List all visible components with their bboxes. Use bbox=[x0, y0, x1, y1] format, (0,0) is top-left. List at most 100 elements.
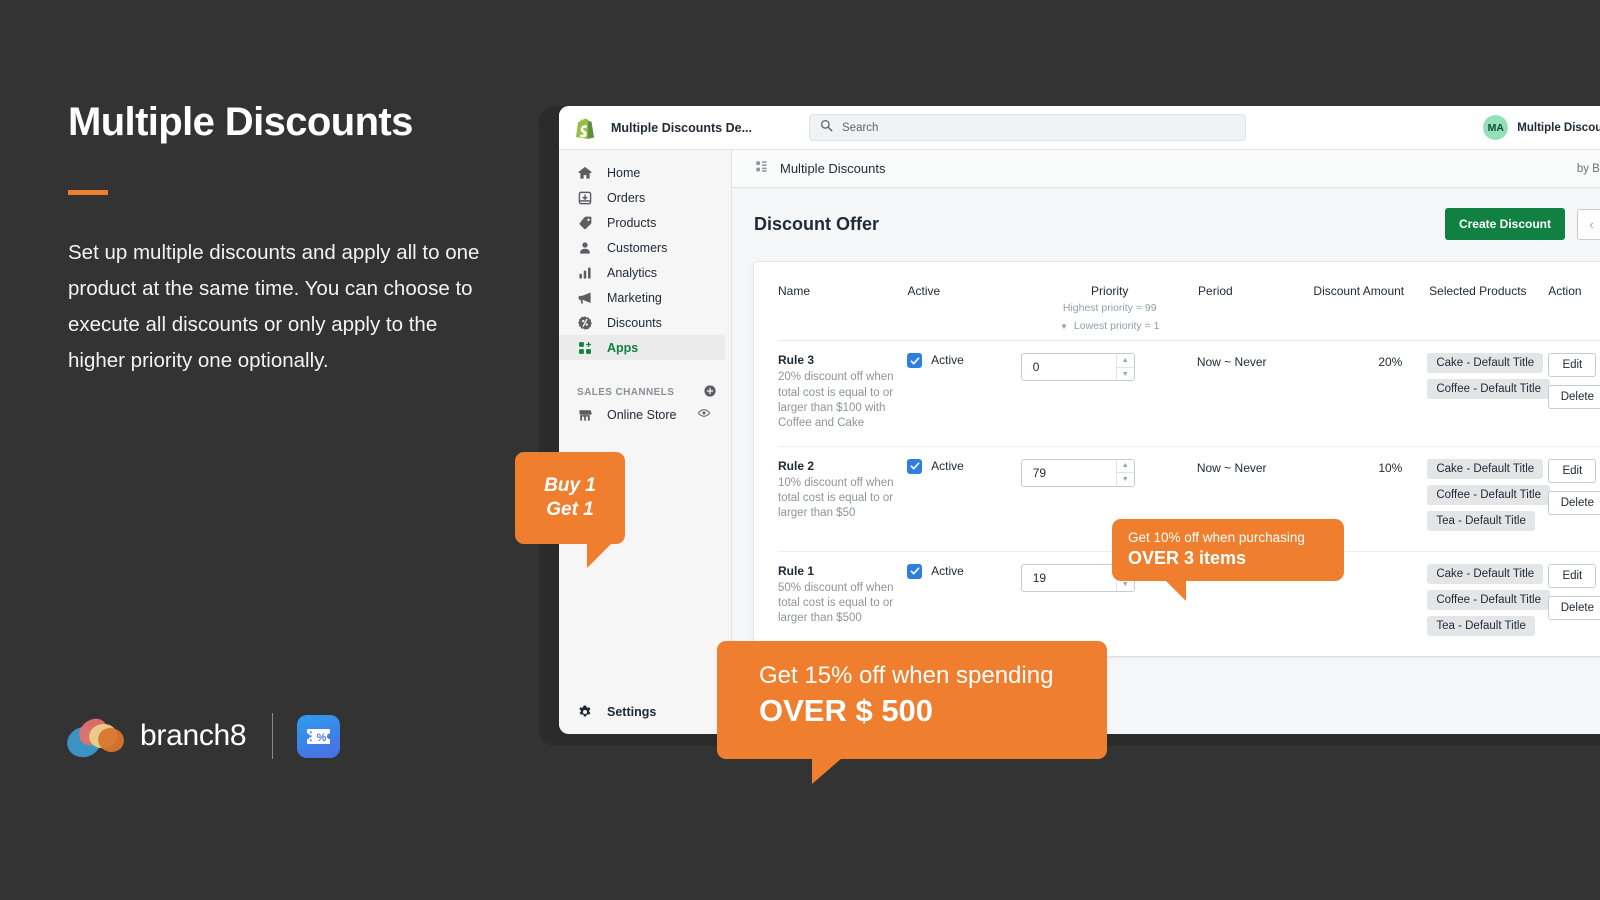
product-tag-icon bbox=[577, 214, 594, 231]
edit-button[interactable]: Edit bbox=[1548, 353, 1597, 378]
amount-value: 10% bbox=[1378, 460, 1403, 475]
orders-inbox-icon bbox=[577, 189, 594, 206]
search-icon bbox=[820, 119, 833, 137]
priority-value: 19 bbox=[1032, 570, 1047, 585]
home-icon bbox=[577, 164, 594, 181]
sidebar-item-settings[interactable]: Settings bbox=[559, 703, 731, 720]
callout-tail bbox=[1164, 579, 1186, 601]
chevron-down-icon[interactable]: ▼ bbox=[1060, 321, 1068, 333]
marketing-megaphone-icon bbox=[577, 289, 594, 306]
edit-button[interactable]: Edit bbox=[1548, 563, 1597, 588]
sidebar-item-label: Settings bbox=[607, 704, 657, 719]
sales-channels-section-header: SALES CHANNELS bbox=[559, 382, 731, 402]
apps-grid-icon bbox=[577, 339, 594, 356]
sidebar-item-orders[interactable]: Orders bbox=[559, 185, 725, 210]
brand-divider bbox=[272, 713, 274, 759]
sidebar-item-home[interactable]: Home bbox=[559, 160, 725, 185]
column-header-priority-label: Priority bbox=[1091, 284, 1129, 298]
rule-name: Rule 1 bbox=[778, 563, 815, 578]
sidebar-item-apps[interactable]: Apps bbox=[559, 335, 725, 360]
stepper-down-icon[interactable]: ▼ bbox=[1117, 368, 1134, 381]
user-name: Multiple Discounts De... bbox=[1517, 121, 1600, 134]
period-cell: Now ~ Never bbox=[1197, 353, 1295, 431]
stepper-spinner[interactable]: ▲ ▼ bbox=[1115, 459, 1134, 486]
priority-value: 0 bbox=[1032, 360, 1040, 375]
callout-line-2: Get 1 bbox=[546, 499, 594, 520]
eye-icon[interactable] bbox=[697, 406, 711, 423]
sidebar-item-label: Apps bbox=[607, 340, 639, 355]
active-checkbox[interactable] bbox=[907, 353, 923, 369]
edit-button[interactable]: Edit bbox=[1548, 458, 1597, 483]
column-header-products: Selected Products bbox=[1429, 284, 1527, 298]
sidebar-item-label: Online Store bbox=[607, 407, 677, 422]
sidebar-item-discounts[interactable]: Discounts bbox=[559, 310, 725, 335]
create-discount-button[interactable]: Create Discount bbox=[1444, 208, 1565, 240]
rule-name: Rule 3 bbox=[778, 353, 815, 368]
page-title: Multiple Discounts bbox=[68, 100, 413, 144]
priority-stepper[interactable]: 0 ▲ ▼ bbox=[1020, 353, 1135, 382]
gear-icon bbox=[577, 703, 594, 720]
delete-button[interactable]: Delete bbox=[1548, 595, 1600, 620]
pagination-prev-button[interactable]: ‹ bbox=[1577, 208, 1600, 240]
amount-cell: 20% bbox=[1295, 353, 1402, 431]
stepper-spinner[interactable]: ▲ ▼ bbox=[1115, 354, 1134, 381]
callout-line-1: Buy 1 bbox=[544, 475, 596, 497]
active-checkbox[interactable] bbox=[907, 563, 923, 579]
delete-button[interactable]: Delete bbox=[1548, 490, 1600, 515]
action-cell: Edit Delete bbox=[1532, 458, 1600, 537]
stepper-up-icon[interactable]: ▲ bbox=[1116, 354, 1134, 368]
rule-description: 50% discount off when total cost is equa… bbox=[778, 581, 894, 625]
breadcrumb-label[interactable]: Multiple Discounts bbox=[780, 161, 886, 176]
sidebar-item-online-store[interactable]: Online Store bbox=[559, 402, 725, 427]
shopify-bag-icon bbox=[573, 116, 597, 140]
sidebar: Home Orders Products Customers Analytics… bbox=[559, 150, 732, 734]
priority-stepper[interactable]: 79 ▲ ▼ bbox=[1020, 458, 1135, 487]
pagination: ‹ › bbox=[1577, 208, 1600, 240]
sidebar-item-label: Home bbox=[607, 165, 641, 180]
plus-circle-icon[interactable] bbox=[703, 384, 717, 401]
breadcrumb: Multiple Discounts by Branch8 bbox=[732, 150, 1600, 188]
rule-name: Rule 2 bbox=[778, 458, 815, 473]
product-tag: Tea - Default Title bbox=[1427, 510, 1535, 531]
search-input[interactable]: Search bbox=[809, 114, 1246, 141]
shopify-admin-window: Multiple Discounts De... Search MA Multi… bbox=[559, 106, 1600, 734]
priority-cell: 0 ▲ ▼ bbox=[1020, 353, 1197, 431]
active-toggle-cell[interactable]: Active bbox=[907, 563, 1021, 642]
active-toggle-cell[interactable]: Active bbox=[907, 458, 1021, 537]
discount-percent-icon bbox=[577, 314, 594, 331]
active-toggle-cell[interactable]: Active bbox=[907, 353, 1021, 431]
stepper-up-icon[interactable]: ▲ bbox=[1116, 460, 1134, 474]
products-cell: Cake - Default Title Coffee - Default Ti… bbox=[1402, 563, 1550, 642]
table-row: Rule 3 20% discount off when total cost … bbox=[778, 341, 1600, 447]
column-header-period: Period bbox=[1198, 284, 1233, 298]
delete-button[interactable]: Delete bbox=[1548, 385, 1600, 410]
shop-title: Multiple Discounts De... bbox=[611, 120, 752, 135]
sidebar-item-products[interactable]: Products bbox=[559, 210, 725, 235]
period-value: Now ~ Never bbox=[1196, 460, 1267, 475]
sidebar-item-label: Customers bbox=[607, 240, 668, 255]
column-header-name: Name bbox=[778, 284, 811, 298]
avatar: MA bbox=[1483, 115, 1509, 140]
callout-line-2: OVER 3 items bbox=[1128, 548, 1247, 569]
section-title: SALES CHANNELS bbox=[577, 386, 675, 398]
products-cell: Cake - Default Title Coffee - Default Ti… bbox=[1402, 458, 1550, 537]
brand-name: branch8 bbox=[140, 719, 247, 752]
user-menu[interactable]: MA Multiple Discounts De... bbox=[1483, 115, 1600, 140]
sidebar-item-marketing[interactable]: Marketing bbox=[559, 285, 725, 310]
analytics-bars-icon bbox=[577, 264, 594, 281]
column-header-priority: Priority Highest priority = 99 ▼ Lowest p… bbox=[1021, 284, 1198, 334]
sidebar-item-customers[interactable]: Customers bbox=[559, 235, 725, 260]
callout-line-1: Get 10% off when purchasing bbox=[1128, 530, 1305, 545]
developer-byline: by Branch8 bbox=[1576, 162, 1600, 175]
product-tag: Cake - Default Title bbox=[1427, 353, 1544, 374]
callout-over-500: Get 15% off when spending OVER $ 500 bbox=[717, 641, 1107, 784]
callout-over-3-items: Get 10% off when purchasing OVER 3 items bbox=[1112, 519, 1344, 601]
rule-name-cell: Rule 2 10% discount off when total cost … bbox=[778, 459, 907, 537]
sidebar-item-analytics[interactable]: Analytics bbox=[559, 260, 725, 285]
svg-text:%: % bbox=[317, 732, 327, 744]
rule-description: 10% discount off when total cost is equa… bbox=[778, 476, 894, 520]
rule-name-cell: Rule 1 50% discount off when total cost … bbox=[778, 564, 907, 642]
stepper-down-icon[interactable]: ▼ bbox=[1117, 473, 1134, 486]
active-checkbox[interactable] bbox=[907, 458, 923, 474]
